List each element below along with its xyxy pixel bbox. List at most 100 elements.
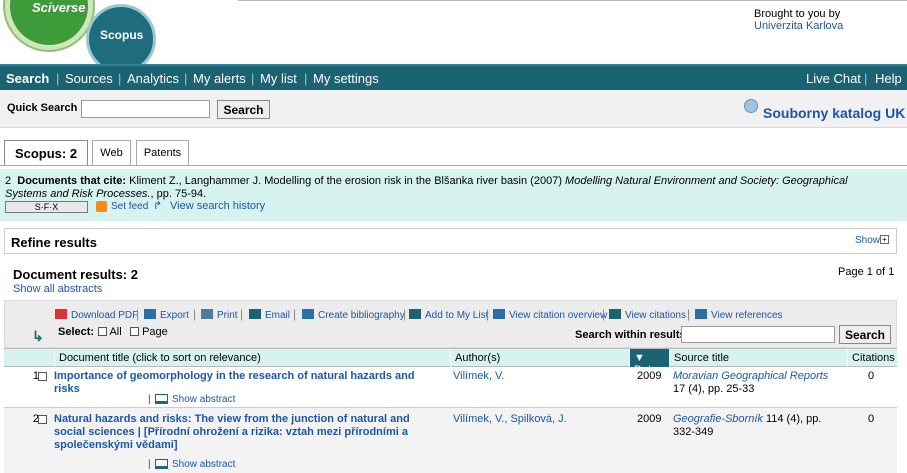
authors-link[interactable]: Vilímek, V., Spilková, J. [453, 413, 567, 426]
sciverse-logo-text: Sciverse [32, 0, 86, 15]
abstract-separator: | [148, 459, 151, 470]
cited-document-banner: 2 Documents that cite: Kliment Z., Langh… [0, 169, 907, 221]
view-citation-overview-label: View citation overview [509, 310, 608, 321]
journal-link[interactable]: Moravian Geographical Reports [673, 370, 828, 382]
bibliography-icon [302, 309, 314, 319]
view-references-label: View references [711, 310, 783, 321]
quote-icon [609, 309, 621, 319]
rss-icon[interactable] [96, 201, 107, 212]
nav-sources[interactable]: Sources [65, 71, 113, 86]
nav-separator: | [251, 71, 255, 86]
view-citations-action[interactable]: View citations [609, 309, 686, 321]
nav-my-list[interactable]: My list [260, 71, 297, 86]
download-pdf-action[interactable]: Download PDF [55, 309, 138, 321]
select-page-option[interactable]: Page [130, 326, 168, 338]
sfx-button[interactable]: S·F·X [5, 201, 88, 213]
nav-analytics[interactable]: Analytics [127, 71, 179, 86]
create-bibliography-label: Create bibliography [318, 310, 405, 321]
quick-search-button[interactable]: Search [217, 100, 270, 119]
nav-help[interactable]: Help [875, 71, 902, 86]
show-all-abstracts-link[interactable]: Show all abstracts [13, 283, 102, 295]
date-value: 2009 [637, 370, 662, 382]
toolbar-separator: | [486, 307, 490, 321]
results-table-header: Document title (click to sort on relevan… [4, 348, 897, 376]
tab-web[interactable]: Web [92, 140, 131, 165]
search-within-button[interactable]: Search [839, 325, 891, 344]
export-action[interactable]: Export [144, 309, 189, 321]
view-references-action[interactable]: View references [695, 309, 783, 321]
institution-info: Brought to you by Univerzita Karlova [754, 8, 843, 32]
print-action[interactable]: Print [201, 309, 238, 321]
email-icon [249, 309, 261, 319]
document-title-link[interactable]: Importance of geomorphology in the resea… [54, 370, 434, 396]
nav-my-settings[interactable]: My settings [313, 71, 379, 86]
expand-plus-icon[interactable]: + [880, 235, 889, 244]
header-divider [238, 0, 907, 1]
toolbar-separator: | [136, 307, 140, 321]
catalog-link[interactable]: Souborny katalog UK [763, 105, 905, 121]
cite-count: 2 [5, 175, 12, 187]
refine-show-link[interactable]: Show [855, 235, 880, 246]
col-citations[interactable]: Citations [847, 349, 897, 367]
email-action[interactable]: Email [249, 309, 290, 321]
row-checkbox[interactable] [38, 372, 47, 381]
create-bibliography-action[interactable]: Create bibliography [302, 309, 405, 321]
col-document-title[interactable]: Document title (click to sort on relevan… [54, 349, 450, 367]
quick-search-input[interactable] [81, 100, 210, 118]
source-title: Geografie-Sborník 114 (4), pp. 332-349 [673, 413, 838, 439]
page-info: Page 1 of 1 [838, 266, 895, 278]
view-citations-label: View citations [625, 310, 686, 321]
select-page-checkbox[interactable] [130, 327, 139, 336]
add-to-my-list-action[interactable]: Add to My List [409, 309, 488, 321]
institution-link[interactable]: Univerzita Karlova [754, 20, 843, 32]
export-label: Export [160, 310, 189, 321]
tab-patents[interactable]: Patents [136, 140, 189, 165]
print-label: Print [217, 310, 238, 321]
pdf-icon [55, 309, 67, 319]
col-authors[interactable]: Author(s) [450, 349, 629, 367]
set-feed-link[interactable]: Set feed [111, 201, 148, 212]
print-icon [201, 309, 213, 319]
source-title: Moravian Geographical Reports 17 (4), pp… [673, 370, 838, 396]
col-date[interactable]: ▼ Date [629, 349, 669, 376]
abstract-separator: | [148, 394, 151, 405]
select-label: Select: [58, 326, 95, 338]
sort-desc-icon: ▼ [634, 352, 645, 364]
select-all-option[interactable]: All [98, 326, 122, 338]
export-icon [144, 309, 156, 319]
select-all-checkbox[interactable] [98, 327, 107, 336]
toolbar-separator: | [602, 307, 606, 321]
authors-link[interactable]: Vilímek, V. [453, 370, 504, 383]
show-abstract-link[interactable]: Show abstract [172, 394, 235, 405]
tab-scopus[interactable]: Scopus: 2 [4, 140, 88, 166]
refine-results-panel: Refine results Show + [4, 228, 897, 254]
select-arrow-icon: ↳ [32, 328, 44, 344]
search-within-input[interactable] [681, 326, 835, 343]
view-citation-overview-action[interactable]: View citation overview [493, 309, 607, 321]
select-all-label: All [109, 326, 122, 338]
nav-search[interactable]: Search [6, 71, 49, 86]
show-abstract-link[interactable]: Show abstract [172, 459, 235, 470]
main-nav: Search | Sources | Analytics | My alerts… [0, 64, 907, 90]
journal-link[interactable]: Geografie-Sborník [673, 413, 763, 425]
toolbar-separator: | [687, 307, 691, 321]
download-pdf-label: Download PDF [71, 310, 139, 321]
add-to-my-list-label: Add to My List [425, 310, 489, 321]
source-details: 17 (4), pp. 25-33 [673, 383, 755, 395]
quick-search-label: Quick Search [7, 102, 78, 114]
col-source-title[interactable]: Source title [669, 349, 847, 367]
document-results-title: Document results: 2 [13, 267, 138, 282]
row-checkbox[interactable] [38, 415, 47, 424]
header: Sciverse Scopus Brought to you by Univer… [0, 0, 907, 74]
nav-my-alerts[interactable]: My alerts [193, 71, 246, 86]
date-value: 2009 [637, 413, 662, 425]
view-search-history-link[interactable]: View search history [170, 200, 265, 212]
toolbar-separator: | [293, 307, 297, 321]
cite-label: Documents that cite: [17, 175, 127, 187]
document-title-link[interactable]: Natural hazards and risks: The view from… [54, 413, 434, 452]
scopus-logo-text: Scopus [100, 28, 144, 42]
catalog-icon [744, 99, 758, 113]
nav-separator: | [56, 71, 60, 86]
nav-separator: | [304, 71, 308, 86]
nav-live-chat[interactable]: Live Chat [806, 71, 861, 86]
